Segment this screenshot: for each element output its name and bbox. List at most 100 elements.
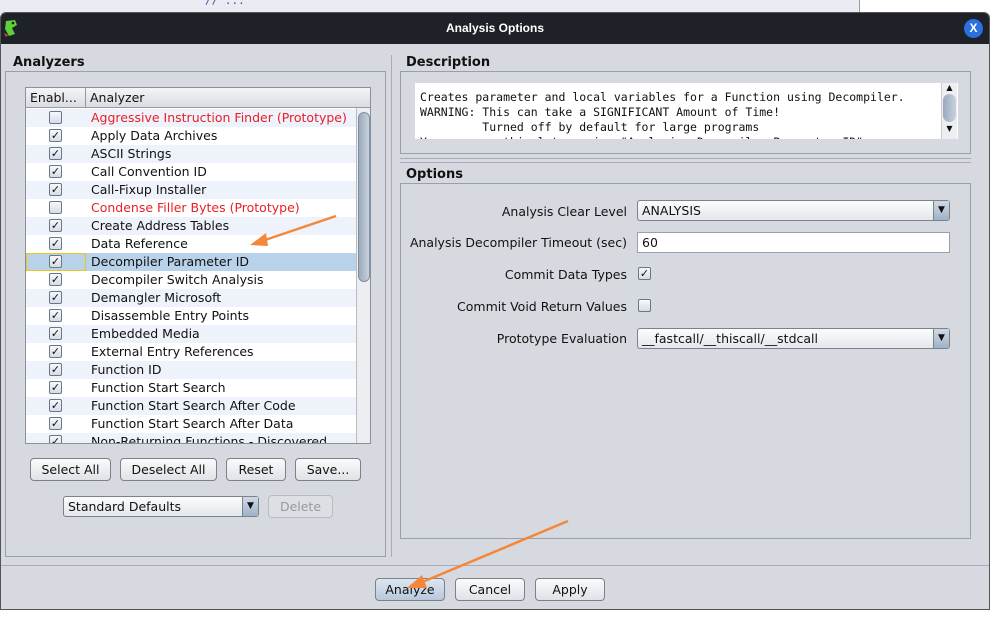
enabled-checkbox[interactable]: ✓ <box>49 399 62 412</box>
commit-data-types-checkbox[interactable]: ✓ <box>638 267 651 280</box>
chevron-down-icon: ▼ <box>242 497 258 516</box>
analyzer-row[interactable]: ✓ Demangler Microsoft <box>26 289 356 307</box>
analyzer-row[interactable]: ✓ Embedded Media <box>26 325 356 343</box>
column-enabled[interactable]: Enabl... <box>26 88 86 108</box>
split-divider[interactable] <box>391 55 396 557</box>
enabled-cell: ✓ <box>26 145 86 163</box>
close-button[interactable]: X <box>964 19 983 38</box>
commit-void-label: Commit Void Return Values <box>457 299 627 314</box>
deselect-all-button[interactable]: Deselect All <box>120 458 217 481</box>
enabled-checkbox[interactable]: ✓ <box>49 183 62 196</box>
analyzer-name: ASCII Strings <box>91 146 172 161</box>
timeout-input[interactable]: 60 <box>637 232 950 253</box>
enabled-checkbox[interactable]: ✓ <box>49 345 62 358</box>
enabled-cell: ✓ <box>26 361 86 379</box>
enabled-checkbox[interactable]: ✓ <box>49 165 62 178</box>
analyzer-row[interactable]: Condense Filler Bytes (Prototype) <box>26 199 356 217</box>
enabled-checkbox[interactable]: ✓ <box>49 273 62 286</box>
analyzer-row[interactable]: ✓ Data Reference <box>26 235 356 253</box>
enabled-checkbox[interactable] <box>49 201 62 214</box>
analyzer-name: Disassemble Entry Points <box>91 308 250 323</box>
analyzer-name: Decompiler Switch Analysis <box>91 272 264 287</box>
enabled-cell: ✓ <box>26 415 86 433</box>
analyzer-row[interactable]: ✓ Function Start Search After Data <box>26 415 356 433</box>
enabled-checkbox[interactable]: ✓ <box>49 255 62 268</box>
analysis-options-dialog: Analysis Options X Analyzers Enabl... An… <box>0 12 990 610</box>
analyzer-row[interactable]: ✓ Call Convention ID <box>26 163 356 181</box>
analyzer-row[interactable]: ✓ Decompiler Switch Analysis <box>26 271 356 289</box>
ghidra-logo-icon <box>4 20 17 37</box>
analyzer-name: Aggressive Instruction Finder (Prototype… <box>91 110 347 125</box>
analyzer-name: Function ID <box>91 362 162 377</box>
enabled-cell: ✓ <box>26 289 86 307</box>
enabled-checkbox[interactable]: ✓ <box>49 309 62 322</box>
description-scrollbar[interactable]: ▲ ▼ <box>941 83 957 139</box>
save-button[interactable]: Save... <box>295 458 361 481</box>
enabled-checkbox[interactable]: ✓ <box>49 381 62 394</box>
table-header: Enabl... Analyzer <box>26 88 370 108</box>
analyzer-row[interactable]: ✓ Disassemble Entry Points <box>26 307 356 325</box>
analyzer-name: Decompiler Parameter ID <box>91 254 250 269</box>
enabled-checkbox[interactable]: ✓ <box>49 219 62 232</box>
analyzer-row[interactable]: ✓ ASCII Strings <box>26 145 356 163</box>
enabled-checkbox[interactable]: ✓ <box>49 147 62 160</box>
horizontal-split-divider[interactable] <box>400 158 971 163</box>
analyzer-scrollbar[interactable] <box>356 108 370 443</box>
chevron-down-icon: ▼ <box>933 329 949 348</box>
code-fragment: // ... <box>205 0 245 7</box>
profile-value: Standard Defaults <box>68 499 182 514</box>
footer-divider <box>1 565 989 566</box>
enabled-cell: ✓ <box>26 163 86 181</box>
analyzer-row[interactable]: ✓ Apply Data Archives <box>26 127 356 145</box>
analyze-button[interactable]: Analyze <box>375 578 445 601</box>
analyzer-name: Call-Fixup Installer <box>91 182 207 197</box>
analyzer-name: Function Start Search <box>91 380 226 395</box>
prototype-eval-value: __fastcall/__thiscall/__stdcall <box>642 331 818 346</box>
enabled-cell: ✓ <box>26 325 86 343</box>
enabled-cell: ✓ <box>26 217 86 235</box>
analyzer-name: Call Convention ID <box>91 164 207 179</box>
prototype-eval-dropdown[interactable]: __fastcall/__thiscall/__stdcall ▼ <box>637 328 950 349</box>
analyzer-row[interactable]: ✓ Call-Fixup Installer <box>26 181 356 199</box>
reset-button[interactable]: Reset <box>226 458 286 481</box>
enabled-checkbox[interactable]: ✓ <box>49 435 62 443</box>
analyzer-row[interactable]: ✓ External Entry References <box>26 343 356 361</box>
enabled-checkbox[interactable]: ✓ <box>49 129 62 142</box>
enabled-cell: ✓ <box>26 307 86 325</box>
analyzer-row[interactable]: ✓ Non-Returning Functions - Discovered <box>26 433 356 444</box>
enabled-cell: ✓ <box>26 433 86 443</box>
select-all-button[interactable]: Select All <box>30 458 111 481</box>
enabled-checkbox[interactable]: ✓ <box>49 327 62 340</box>
scroll-thumb[interactable] <box>358 112 370 282</box>
enabled-checkbox[interactable]: ✓ <box>49 237 62 250</box>
prototype-eval-label: Prototype Evaluation <box>496 331 627 346</box>
commit-void-checkbox[interactable] <box>638 299 651 312</box>
description-text: Creates parameter and local variables fo… <box>415 83 958 139</box>
clear-level-dropdown[interactable]: ANALYSIS ▼ <box>637 200 950 221</box>
enabled-cell: ✓ <box>26 397 86 415</box>
enabled-checkbox[interactable]: ✓ <box>49 363 62 376</box>
column-analyzer[interactable]: Analyzer <box>86 88 370 108</box>
analyzer-row[interactable]: Aggressive Instruction Finder (Prototype… <box>26 109 356 127</box>
apply-button[interactable]: Apply <box>535 578 605 601</box>
cancel-button[interactable]: Cancel <box>455 578 525 601</box>
analyzer-name: Non-Returning Functions - Discovered <box>91 434 328 444</box>
clear-level-value: ANALYSIS <box>642 203 701 218</box>
analyzer-row[interactable]: ✓ Create Address Tables <box>26 217 356 235</box>
analyzer-name: Condense Filler Bytes (Prototype) <box>91 200 300 215</box>
enabled-cell <box>26 199 86 217</box>
enabled-cell: ✓ <box>26 253 86 271</box>
profile-dropdown[interactable]: Standard Defaults ▼ <box>63 496 259 517</box>
analyzer-row[interactable]: ✓ Function ID <box>26 361 356 379</box>
options-title: Options <box>406 167 463 182</box>
analyzer-row[interactable]: ✓ Function Start Search <box>26 379 356 397</box>
delete-button[interactable]: Delete <box>268 495 333 518</box>
commit-data-types-label: Commit Data Types <box>504 267 627 282</box>
enabled-checkbox[interactable] <box>49 111 62 124</box>
analyzer-row[interactable]: ✓ Function Start Search After Code <box>26 397 356 415</box>
analyzer-row[interactable]: ✓ Decompiler Parameter ID <box>26 253 356 271</box>
enabled-cell: ✓ <box>26 235 86 253</box>
enabled-checkbox[interactable]: ✓ <box>49 417 62 430</box>
chevron-down-icon: ▼ <box>933 201 949 220</box>
enabled-checkbox[interactable]: ✓ <box>49 291 62 304</box>
